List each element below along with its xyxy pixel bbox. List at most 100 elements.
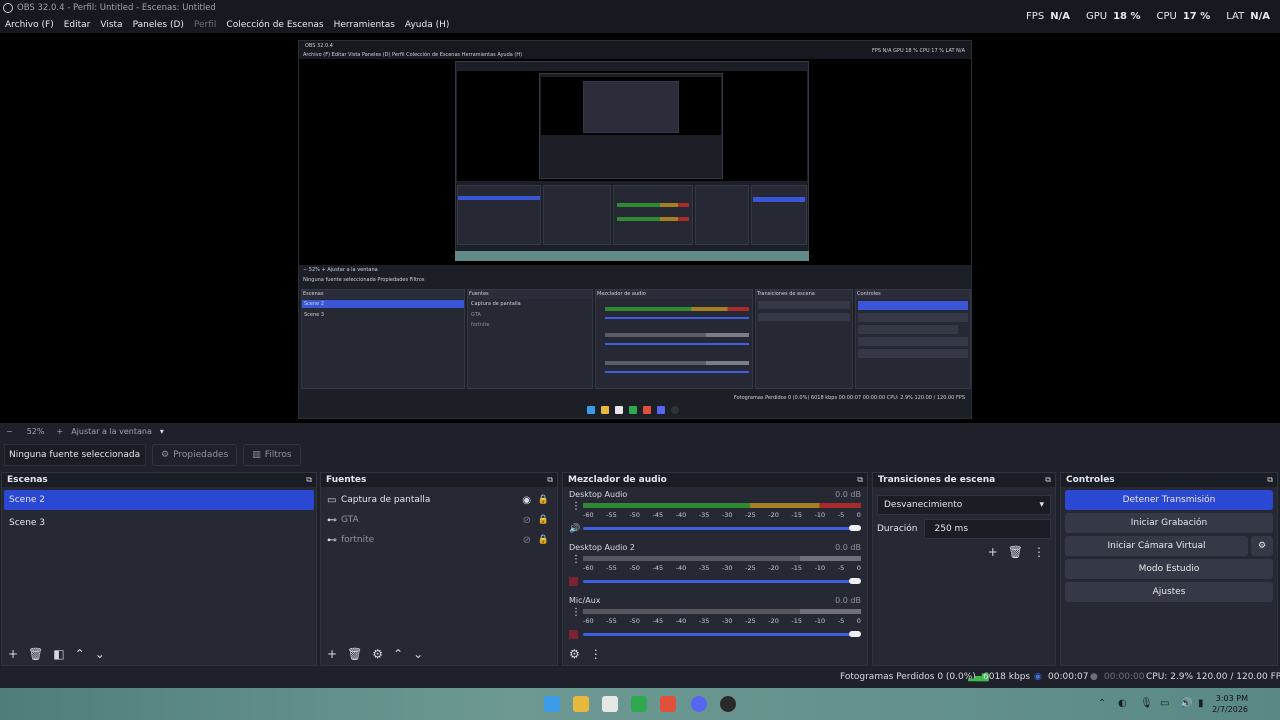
clock[interactable]: 3:03 PM 2/7/2026 — [1212, 693, 1248, 715]
start-recording-button[interactable]: Iniciar Grabación — [1065, 513, 1273, 533]
app-tray-icon[interactable]: ◐ — [1118, 698, 1127, 709]
chevron-up-icon[interactable]: ⌃ — [393, 647, 403, 661]
undock-icon[interactable]: ⧉ — [1267, 475, 1273, 485]
meter-ticks: -60 -55 -50 -45 -40 -35 -30 -25 -20 -15 -10 -5 0 — [583, 511, 861, 519]
gpu-stat: GPU 18 % — [1085, 11, 1141, 22]
filters-button[interactable]: ▥ Filtros — [243, 443, 301, 466]
scene-item-scene-3[interactable]: Scene 3 — [4, 513, 314, 533]
source-item-gta[interactable]: ⊷ GTA ⊘ 🔒 — [321, 510, 557, 530]
scenes-title: Escenas — [7, 475, 48, 485]
mic-icon[interactable]: 🎙 — [1140, 698, 1153, 709]
sources-title: Fuentes — [326, 475, 367, 485]
menu-vista[interactable]: Vista — [95, 20, 127, 30]
lock-icon[interactable]: 🔒 — [538, 515, 549, 525]
selected-source-label: Ninguna fuente seleccionada — [4, 443, 146, 466]
undock-icon[interactable]: ⧉ — [547, 475, 553, 485]
muted-speaker-icon[interactable] — [569, 577, 578, 586]
duration-input[interactable]: 250 ms — [923, 519, 1051, 539]
zoom-fit-dropdown[interactable]: Ajustar a la ventana — [71, 427, 152, 436]
obs-logo-icon — [3, 3, 13, 13]
muted-mic-icon[interactable] — [569, 630, 578, 639]
more-icon[interactable]: ⋮ — [571, 501, 581, 512]
chevron-down-icon[interactable]: ⌄ — [413, 647, 423, 661]
volume-meter — [583, 609, 861, 614]
menu-herramientas[interactable]: Herramientas — [329, 20, 400, 30]
gear-icon[interactable]: ⚙ — [1251, 536, 1273, 556]
source-item-fortnite[interactable]: ⊷ fortnite ⊘ 🔒 — [321, 530, 557, 550]
menu-editar[interactable]: Editar — [59, 20, 96, 30]
menu-archivo[interactable]: Archivo (F) — [0, 20, 59, 30]
audio-mixer-dock: Mezclador de audio ⧉ Desktop Audio 0.0 dB… — [562, 472, 868, 666]
add-transition-icon[interactable]: + — [988, 545, 998, 559]
store-icon[interactable] — [602, 696, 618, 712]
zoom-in-button[interactable]: + — [56, 427, 63, 436]
volume-slider-handle[interactable] — [849, 525, 861, 531]
menu-coleccion[interactable]: Colección de Escenas — [221, 20, 328, 30]
volume-slider[interactable] — [583, 633, 861, 636]
eye-icon[interactable]: ◉ — [522, 495, 531, 506]
fps-stat: FPS N/A — [1026, 11, 1070, 22]
xbox-icon[interactable] — [631, 696, 647, 712]
transition-select[interactable]: Desvanecimiento ▾ — [877, 495, 1051, 515]
advanced-audio-icon[interactable]: ⚙ — [569, 647, 580, 661]
volume-slider[interactable] — [583, 527, 861, 530]
battery-icon[interactable]: ▮ — [1198, 698, 1204, 709]
settings-button[interactable]: Ajustes — [1065, 582, 1273, 602]
trash-icon[interactable]: 🗑 — [347, 647, 362, 661]
preview-canvas[interactable]: OBS 32.0.4 Archivo (F) Editar Vista Pane… — [0, 33, 1280, 423]
more-icon[interactable]: ⋮ — [1033, 545, 1045, 559]
eye-off-icon[interactable]: ⊘ — [523, 515, 531, 526]
db-value: 0.0 dB — [835, 490, 861, 499]
undock-icon[interactable]: ⧉ — [857, 475, 863, 485]
menu-ayuda[interactable]: Ayuda (H) — [400, 20, 454, 30]
stream-time: 00:00:07 — [1048, 672, 1089, 682]
add-scene-icon[interactable]: + — [8, 647, 18, 661]
scenes-dock: Escenas ⧉ Scene 2 Scene 3 + 🗑 ◧ ⌃ ⌄ — [1, 472, 317, 666]
volume-slider-handle[interactable] — [849, 631, 861, 637]
audio-channel-desktop: Desktop Audio 0.0 dB ⋮ -60 -55 -50 -45 -40 -3… — [569, 490, 861, 534]
studio-mode-button[interactable]: Modo Estudio — [1065, 559, 1273, 579]
chevron-up-icon[interactable]: ⌃ — [1098, 698, 1106, 709]
chevron-down-icon[interactable]: ▾ — [160, 427, 164, 436]
properties-button[interactable]: ⚙ Propiedades — [152, 443, 238, 466]
volume-meter — [583, 503, 861, 508]
stop-streaming-button[interactable]: Detener Transmisión — [1065, 490, 1273, 510]
browser-icon[interactable] — [660, 696, 676, 712]
volume-icon[interactable]: 🔊 — [1180, 698, 1192, 709]
lat-stat: LAT N/A — [1226, 11, 1270, 22]
chevron-up-icon[interactable]: ⌃ — [75, 647, 85, 661]
obs-taskbar-icon[interactable] — [720, 696, 736, 712]
lock-icon[interactable]: 🔒 — [538, 535, 549, 545]
undock-icon[interactable]: ⧉ — [306, 475, 312, 485]
zoom-out-button[interactable]: − — [6, 427, 13, 436]
start-virtual-camera-button[interactable]: Iniciar Cámara Virtual — [1065, 536, 1248, 556]
gamepad-icon: ⊷ — [327, 514, 337, 526]
menu-paneles[interactable]: Paneles (D) — [128, 20, 189, 30]
network-icon[interactable]: ▭ — [1160, 698, 1169, 709]
speaker-icon[interactable]: 🔊 — [569, 524, 580, 534]
more-icon[interactable]: ⋮ — [590, 647, 602, 661]
trash-icon[interactable]: 🗑 — [28, 647, 43, 661]
windows-start-icon[interactable] — [544, 696, 560, 712]
scene-filter-icon[interactable]: ◧ — [53, 647, 64, 661]
chevron-down-icon[interactable]: ⌄ — [95, 647, 105, 661]
scene-item-scene-2[interactable]: Scene 2 — [4, 490, 314, 510]
volume-slider-handle[interactable] — [849, 578, 861, 584]
discord-icon[interactable] — [691, 696, 707, 712]
lock-icon[interactable]: 🔒 — [538, 495, 549, 505]
meter-ticks: -60 -55 -50 -45 -40 -35 -30 -25 -20 -15 -10 -5 0 — [583, 564, 861, 572]
eye-off-icon[interactable]: ⊘ — [523, 535, 531, 546]
fps-readout: 120.00 / 120.00 FPS — [1196, 672, 1280, 682]
menu-perfil[interactable]: Perfil — [189, 20, 222, 30]
file-explorer-icon[interactable] — [573, 696, 589, 712]
source-item-captura[interactable]: ▭ Captura de pantalla ◉ 🔒 — [321, 490, 557, 510]
volume-slider[interactable] — [583, 580, 861, 583]
add-source-icon[interactable]: + — [327, 647, 337, 661]
db-value: 0.0 dB — [835, 543, 861, 552]
monitor-icon: ▭ — [327, 494, 337, 506]
trash-icon[interactable]: 🗑 — [1008, 545, 1023, 559]
more-icon[interactable]: ⋮ — [571, 607, 581, 618]
undock-icon[interactable]: ⧉ — [1045, 475, 1051, 485]
gear-icon[interactable]: ⚙ — [372, 647, 383, 661]
more-icon[interactable]: ⋮ — [571, 554, 581, 565]
